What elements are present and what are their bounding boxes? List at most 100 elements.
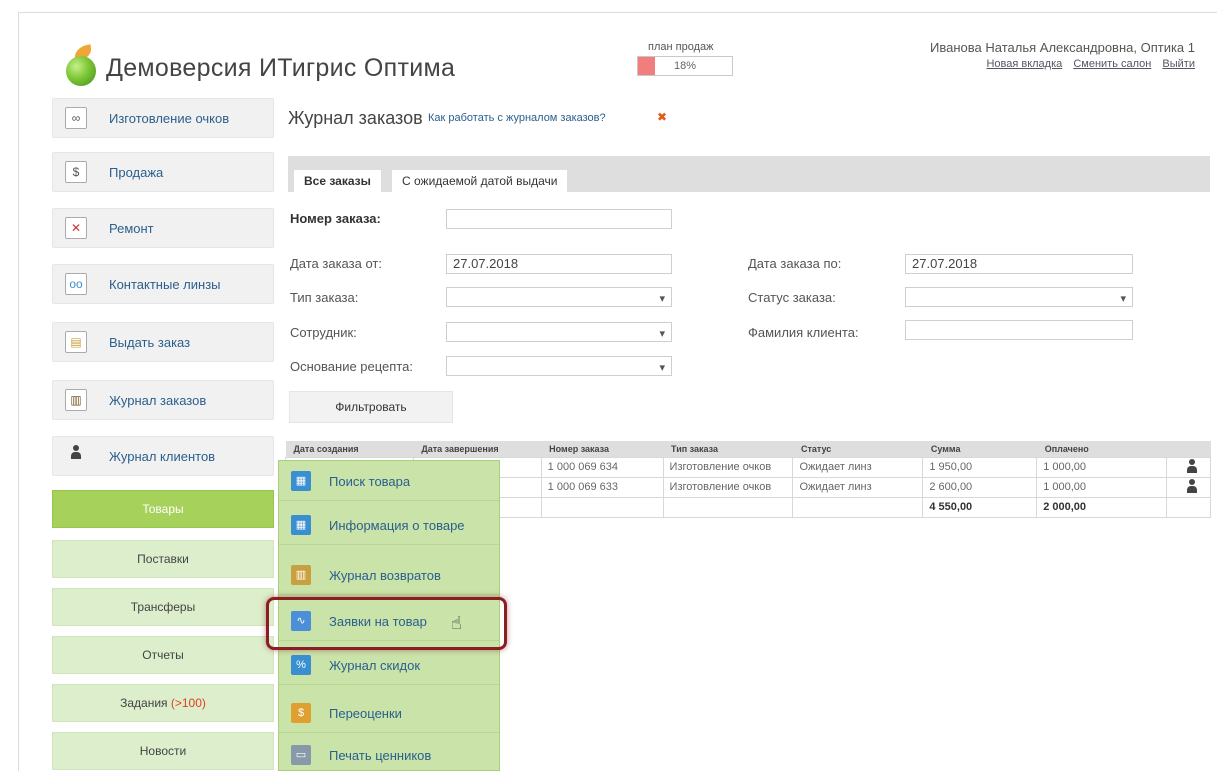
logout-link[interactable]: Выйти [1162,58,1195,70]
sidebar-item-label: Изготовление очков [109,111,230,126]
sidebar-item-label: Журнал клиентов [109,449,216,464]
menu-item-product-search[interactable]: ▦ Поиск товара [279,461,499,501]
sidebar-item-goods[interactable]: Товары [52,490,274,528]
sidebar-item-deliveries[interactable]: Поставки [52,540,274,578]
order-number-input[interactable] [446,209,672,229]
hand-over-icon: ▤ [65,331,87,353]
menu-item-product-info[interactable]: ▦ Информация о товаре [279,505,499,545]
employee-select[interactable] [446,322,672,343]
tools-icon: ✕ [65,217,87,239]
discount-icon: % [291,655,311,675]
money-icon: $ [65,161,87,183]
order-type-select[interactable] [446,287,672,308]
change-salon-link[interactable]: Сменить салон [1073,58,1151,70]
col-paid[interactable]: Оплачено [1036,441,1167,457]
lens-icon: oo [65,273,87,295]
menu-item-label: Журнал возвратов [329,568,441,583]
tasks-count-badge: (>100) [170,696,206,710]
sidebar-item-clients-journal[interactable]: Журнал клиентов [52,436,274,476]
order-number[interactable]: 1 000 069 634 [540,456,664,478]
recipe-basis-select[interactable] [446,356,672,377]
user-links: Новая вкладка Сменить салон Выйти [978,58,1195,70]
menu-item-returns-journal[interactable]: ▥ Журнал возвратов [279,555,499,595]
returns-journal-icon: ▥ [291,565,311,585]
product-info-icon: ▦ [291,515,311,535]
user-name: Иванова Наталья Александровна, Оптика 1 [930,40,1195,55]
sales-plan-percent: 18% [673,60,697,72]
menu-item-discounts-journal[interactable]: % Журнал скидок [279,645,499,685]
new-tab-link[interactable]: Новая вкладка [986,58,1062,70]
col-sum[interactable]: Сумма [922,441,1037,457]
highlight-frame [266,597,507,650]
order-status: Ожидает линз [792,456,924,478]
sidebar-item-label: Ремонт [109,221,154,236]
client-icon[interactable] [1186,478,1198,493]
client-icon[interactable] [1186,458,1198,473]
col-completed[interactable]: Дата завершения [413,441,542,457]
order-paid: 1 000,00 [1036,456,1168,478]
order-sum: 2 600,00 [922,476,1038,498]
date-from-input[interactable]: 27.07.2018 [446,254,672,274]
clients-icon [65,445,87,467]
tab-expected-date[interactable]: С ожидаемой датой выдачи [392,170,568,192]
date-to-label: Дата заказа по: [748,256,842,271]
client-surname-label: Фамилия клиента: [748,325,859,340]
help-link[interactable]: Как работать с журналом заказов? [428,112,606,124]
filter-button[interactable]: Фильтровать [289,391,453,423]
sidebar-item-label: Контактные линзы [109,277,221,292]
date-to-input[interactable]: 27.07.2018 [905,254,1133,274]
menu-item-print-price-tags[interactable]: ▭ Печать ценников [279,735,499,771]
order-status-label: Статус заказа: [748,290,836,305]
sidebar-item-label: Выдать заказ [109,335,191,350]
sidebar-item-label: Задания [120,696,168,710]
order-type-label: Тип заказа: [290,290,359,305]
date-from-label: Дата заказа от: [290,256,382,271]
sales-plan-label: план продаж [648,41,714,53]
col-type[interactable]: Тип заказа [663,441,793,457]
recipe-basis-label: Основание рецепта: [290,359,413,374]
sidebar-item-sale[interactable]: $ Продажа [52,152,274,192]
menu-item-revaluations[interactable]: $ Переоценки [279,693,499,733]
sidebar-item-issue-order[interactable]: ▤ Выдать заказ [52,322,274,362]
total-paid: 2 000,00 [1036,496,1168,518]
menu-item-label: Поиск товара [329,474,411,489]
order-status-select[interactable] [905,287,1133,308]
menu-item-label: Переоценки [329,706,402,721]
price-tag-print-icon: ▭ [291,745,311,765]
col-actions [1166,441,1211,457]
menu-item-label: Журнал скидок [329,658,420,673]
tab-bar: Все заказы С ожидаемой датой выдачи [288,156,1210,192]
col-status[interactable]: Статус [792,441,923,457]
sales-plan-progress: 18% [637,56,733,76]
total-sum: 4 550,00 [922,496,1038,518]
sidebar-item-label: Продажа [109,165,164,180]
sidebar-item-tasks[interactable]: Задания (>100) [52,684,274,722]
sidebar-item-contact-lenses[interactable]: oo Контактные линзы [52,264,274,304]
revaluation-icon: $ [291,703,311,723]
employee-label: Сотрудник: [290,325,357,340]
col-created[interactable]: Дата создания [285,441,414,457]
order-sum: 1 950,00 [922,456,1038,478]
close-help-icon[interactable]: ✖ [657,110,667,124]
page-title: Журнал заказов [288,108,423,128]
glasses-icon: ∞ [65,107,87,129]
hand-cursor-icon: ☝ [451,613,462,633]
sidebar-item-label: Журнал заказов [109,393,207,408]
order-number[interactable]: 1 000 069 633 [540,476,664,498]
sidebar-item-glasses[interactable]: ∞ Изготовление очков [52,98,274,138]
sidebar-item-news[interactable]: Новости [52,732,274,770]
col-number[interactable]: Номер заказа [541,441,664,457]
order-status: Ожидает линз [792,476,924,498]
order-number-label: Номер заказа: [290,211,381,226]
sidebar-item-orders-journal[interactable]: ▥ Журнал заказов [52,380,274,420]
sidebar-item-reports[interactable]: Отчеты [52,636,274,674]
order-paid: 1 000,00 [1036,476,1168,498]
table-header-row: Дата создания Дата завершения Номер зака… [285,441,1211,457]
sidebar-item-repair[interactable]: ✕ Ремонт [52,208,274,248]
menu-item-label: Печать ценников [329,748,432,763]
tab-all-orders[interactable]: Все заказы [294,170,381,192]
sidebar-item-transfers[interactable]: Трансферы [52,588,274,626]
client-surname-input[interactable] [905,320,1133,340]
order-type: Изготовление очков [662,456,794,478]
journal-icon: ▥ [65,389,87,411]
